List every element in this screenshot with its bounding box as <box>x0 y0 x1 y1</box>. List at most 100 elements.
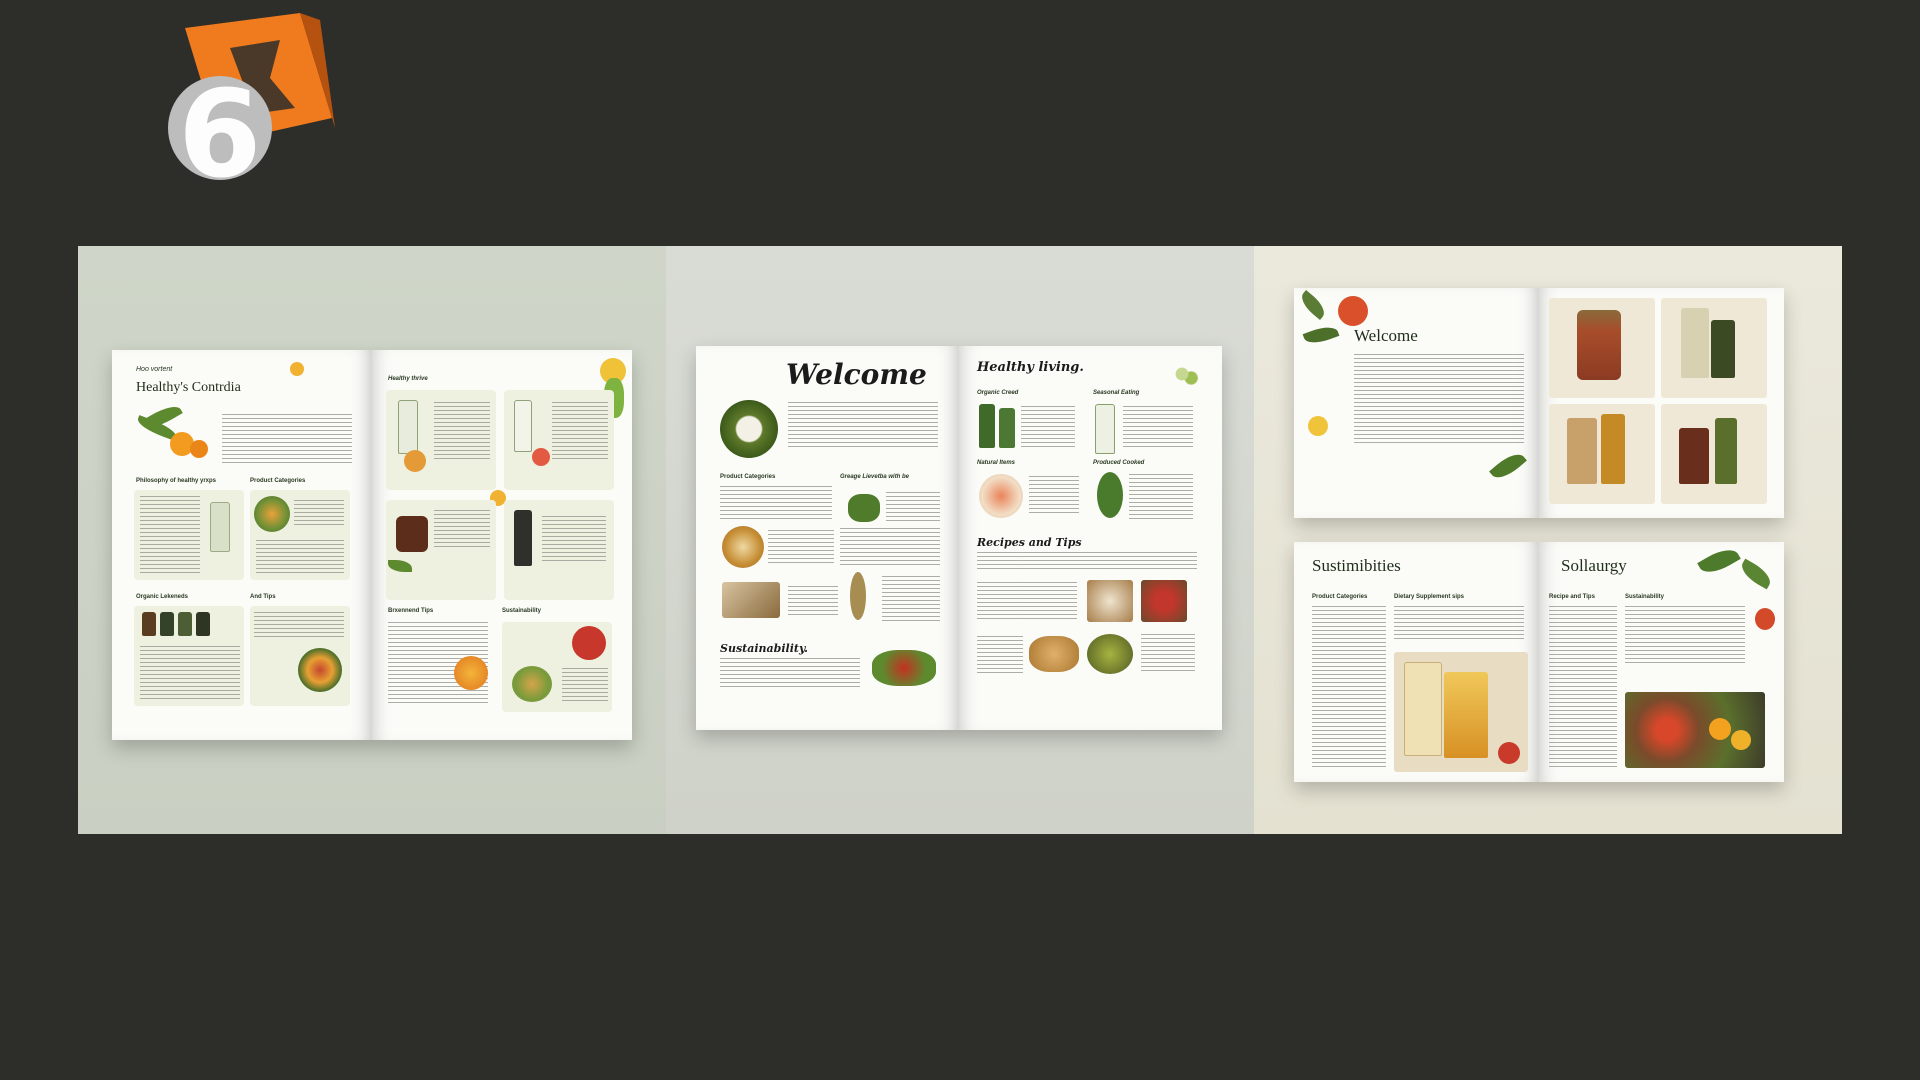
body-text <box>788 586 838 616</box>
body-text <box>977 582 1077 622</box>
magazine-spread-top: Welcome <box>1294 288 1784 518</box>
jar-icon <box>1577 310 1621 380</box>
box-icon <box>1404 662 1442 756</box>
salad-bowl-icon <box>254 496 290 532</box>
jar-icon <box>160 612 174 636</box>
body-text <box>552 402 608 462</box>
logo-digit: 6 <box>178 66 262 188</box>
accent-dot <box>290 362 304 376</box>
heading-green: Greage Lievetba with be <box>840 474 910 480</box>
leaf-icon <box>1302 322 1340 348</box>
kicker: Hoo vortent <box>136 366 173 373</box>
heading-produce: Produced Cooked <box>1093 460 1145 466</box>
body-text <box>254 612 344 640</box>
body-text <box>1141 634 1195 674</box>
right-page-title: Healthy living. <box>977 360 1084 375</box>
tomato-icon <box>572 626 606 660</box>
box-icon <box>1567 418 1597 484</box>
body-text <box>1123 406 1193 448</box>
brand-logo: 6 <box>168 13 335 188</box>
right-page-title: Healthy thrive <box>388 376 428 382</box>
body-text <box>1129 474 1193 520</box>
food-plate-icon <box>722 526 764 568</box>
heading-categories: Product Categories <box>250 478 306 484</box>
body-text <box>140 646 240 702</box>
flower-icon <box>1308 416 1328 436</box>
herb-icon <box>848 494 880 522</box>
body-text <box>1625 606 1745 666</box>
food-photo <box>722 582 780 618</box>
body-text <box>562 668 608 704</box>
left-page: Sustimibities Product Categories Dietary… <box>1294 542 1539 782</box>
heading-sustainability: Sustainability. <box>720 642 808 655</box>
leaf-icon <box>1297 289 1329 321</box>
heading-tips-right: Brxennend Tips <box>388 608 434 614</box>
welcome-title: Welcome <box>786 358 927 391</box>
jar-icon <box>142 612 156 636</box>
body-text <box>1354 354 1524 444</box>
plant-icon <box>720 400 778 458</box>
citrus-icon <box>454 656 488 690</box>
body-text <box>434 510 490 550</box>
right-page-title: Sollaurgy <box>1561 556 1627 575</box>
right-page: Healthy thrive Brxennend Tips Sustainabi… <box>372 350 632 740</box>
magazine-spread-bottom: Sustimibities Product Categories Dietary… <box>1294 542 1784 782</box>
body-text <box>222 414 352 464</box>
fruit-icon <box>532 448 550 466</box>
bottle-icon <box>1095 404 1115 454</box>
jar-icon <box>396 516 428 552</box>
bottle-icon <box>514 510 532 566</box>
body-text <box>977 552 1197 572</box>
bottle-icon <box>398 400 418 454</box>
body-text <box>720 658 860 688</box>
heading-organic: Organic Lekeneds <box>136 594 189 600</box>
magazine-spread: Hoo vortent Healthy's Contrdia Philosoph… <box>112 350 632 740</box>
body-text <box>1021 406 1075 448</box>
heading-natural: Natural Items <box>977 460 1016 466</box>
flower-icon <box>1338 296 1368 326</box>
jar-icon <box>1444 672 1488 758</box>
leaf-icon <box>1697 543 1741 579</box>
mockup-panel-1: Hoo vortent Healthy's Contrdia Philosoph… <box>78 246 666 834</box>
bottle-icon <box>1601 414 1625 484</box>
bottle-icon <box>1711 320 1735 378</box>
body-text <box>294 500 344 526</box>
orange-icon <box>1709 718 1731 740</box>
bottle-icon <box>1715 418 1737 484</box>
magazine-spread: Welcome Product Categories Greage Lievet… <box>696 346 1222 730</box>
leaf-icon <box>1737 558 1775 590</box>
heading-organic: Organic Creed <box>977 390 1019 396</box>
bottle-icon <box>999 408 1015 448</box>
jar-icon <box>178 612 192 636</box>
body-text <box>1394 606 1524 642</box>
left-page: Hoo vortent Healthy's Contrdia Philosoph… <box>112 350 372 740</box>
body-text <box>977 636 1023 676</box>
mockup-panel-2: Welcome Product Categories Greage Lievet… <box>666 246 1254 834</box>
heading-seasonal: Seasonal Eating <box>1093 390 1140 396</box>
heading-sustainability: Sustainability <box>1625 594 1665 600</box>
body-text <box>140 496 200 574</box>
jar-icon <box>196 612 210 636</box>
right-page <box>1539 288 1784 518</box>
right-page: Healthy living. Organic Creed Seasonal E… <box>959 346 1222 730</box>
heading-recipe: Recipe and Tips <box>1549 594 1595 600</box>
mockup-panel-3: Welcome Sustimibities Product Categories… <box>1254 246 1842 834</box>
welcome-title: Welcome <box>1354 326 1418 345</box>
heading-categories: Product Categories <box>1312 594 1368 600</box>
heading-dietary: Dietary Supplement sips <box>1394 594 1465 600</box>
heading-tips: And Tips <box>250 594 276 600</box>
orange-icon <box>1731 730 1751 750</box>
veggie-icon <box>512 666 552 702</box>
body-text <box>434 402 490 462</box>
body-text <box>720 486 832 520</box>
food-photo <box>1087 580 1133 622</box>
left-page: Welcome Product Categories Greage Lievet… <box>696 346 959 730</box>
bottle-icon <box>210 502 230 552</box>
heading-recipes: Recipes and Tips <box>977 536 1082 549</box>
berry-icon <box>1755 608 1775 630</box>
plant-icon <box>1097 472 1123 518</box>
body-text <box>788 402 938 450</box>
right-page: Sollaurgy Recipe and Tips Sustainability <box>1539 542 1784 782</box>
body-text <box>882 576 940 622</box>
eggs-icon <box>1029 636 1079 672</box>
